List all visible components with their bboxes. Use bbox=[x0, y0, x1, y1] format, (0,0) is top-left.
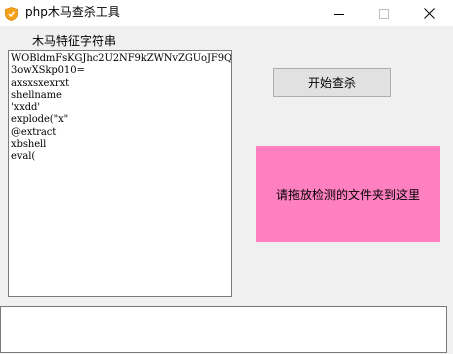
shield-icon bbox=[5, 6, 18, 21]
output-field[interactable] bbox=[0, 306, 447, 353]
close-icon bbox=[423, 4, 435, 23]
start-scan-button[interactable]: 开始查杀 bbox=[273, 68, 391, 97]
maximize-icon bbox=[379, 4, 389, 23]
signature-item[interactable]: axsxsxexrxt bbox=[11, 78, 231, 90]
signature-item[interactable]: @extract bbox=[11, 127, 231, 139]
signature-item[interactable]: shellname bbox=[11, 90, 231, 102]
minimize-button[interactable] bbox=[316, 0, 362, 26]
signature-list[interactable]: WOBldmFsKGJhc2U2NF9kZWNvZGUoJF9QT1NUW 3o… bbox=[8, 50, 232, 297]
signature-item[interactable]: eval( bbox=[11, 151, 231, 163]
signature-item[interactable]: explode("x" bbox=[11, 114, 231, 126]
maximize-button bbox=[361, 0, 407, 26]
signature-list-label: 木马特征字符串 bbox=[32, 34, 117, 48]
signature-item[interactable]: xbshell bbox=[11, 139, 231, 151]
signature-item[interactable]: 'xxdd' bbox=[11, 102, 231, 114]
signature-item[interactable]: 3owXSkp010= bbox=[11, 65, 231, 77]
folder-drop-zone[interactable]: 请拖放检测的文件夹到这里 bbox=[256, 146, 440, 242]
title-bar[interactable]: php木马查杀工具 bbox=[0, 0, 453, 26]
drop-zone-label: 请拖放检测的文件夹到这里 bbox=[275, 187, 420, 202]
signature-item[interactable]: WOBldmFsKGJhc2U2NF9kZWNvZGUoJF9QT1NUW bbox=[11, 53, 231, 65]
minimize-icon bbox=[334, 4, 344, 23]
main-window: php木马查杀工具 木马特征字符串 WOBldmFsKGJhc2U2NF9kZW… bbox=[0, 0, 453, 354]
window-title: php木马查杀工具 bbox=[25, 5, 120, 19]
close-button[interactable] bbox=[406, 0, 452, 26]
